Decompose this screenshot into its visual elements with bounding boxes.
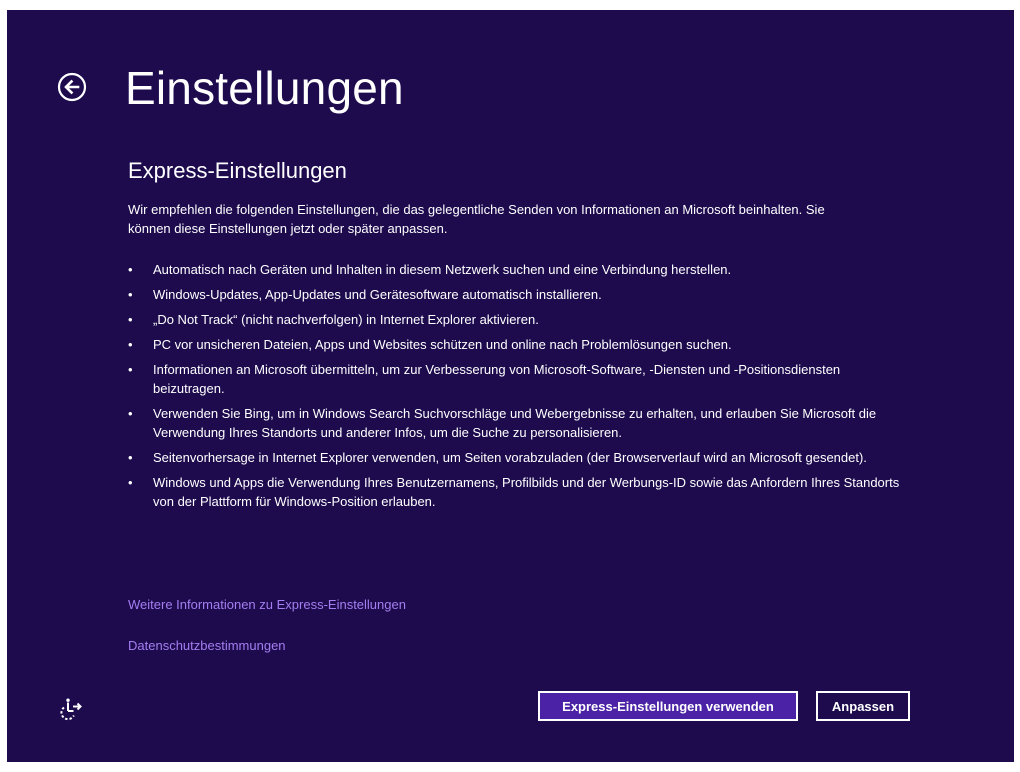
section-subtitle: Express-Einstellungen — [128, 158, 347, 183]
page-title: Einstellungen — [125, 62, 404, 114]
more-info-link[interactable]: Weitere Informationen zu Express-Einstel… — [128, 596, 406, 614]
back-arrow-icon[interactable] — [57, 72, 87, 102]
ease-of-access-icon[interactable] — [59, 697, 85, 723]
list-item: „Do Not Track“ (nicht nachverfolgen) in … — [128, 310, 908, 329]
list-item: Informationen an Microsoft übermitteln, … — [128, 360, 908, 398]
list-item: Windows und Apps die Verwendung Ihres Be… — [128, 473, 908, 511]
intro-text: Wir empfehlen die folgenden Einstellunge… — [128, 202, 825, 236]
customize-button[interactable]: Anpassen — [816, 691, 910, 721]
express-settings-button[interactable]: Express-Einstellungen verwenden — [538, 691, 798, 721]
list-item: Automatisch nach Geräten und Inhalten in… — [128, 260, 908, 279]
list-item: Seitenvorhersage in Internet Explorer ve… — [128, 448, 908, 467]
list-item: PC vor unsicheren Dateien, Apps und Webs… — [128, 335, 908, 354]
settings-list: Automatisch nach Geräten und Inhalten in… — [128, 260, 908, 517]
list-item: Windows-Updates, App-Updates und Gerätes… — [128, 285, 908, 304]
list-item: Verwenden Sie Bing, um in Windows Search… — [128, 404, 908, 442]
privacy-link[interactable]: Datenschutzbestimmungen — [128, 637, 286, 655]
setup-screen: Einstellungen Express-Einstellungen Wir … — [7, 10, 1014, 762]
